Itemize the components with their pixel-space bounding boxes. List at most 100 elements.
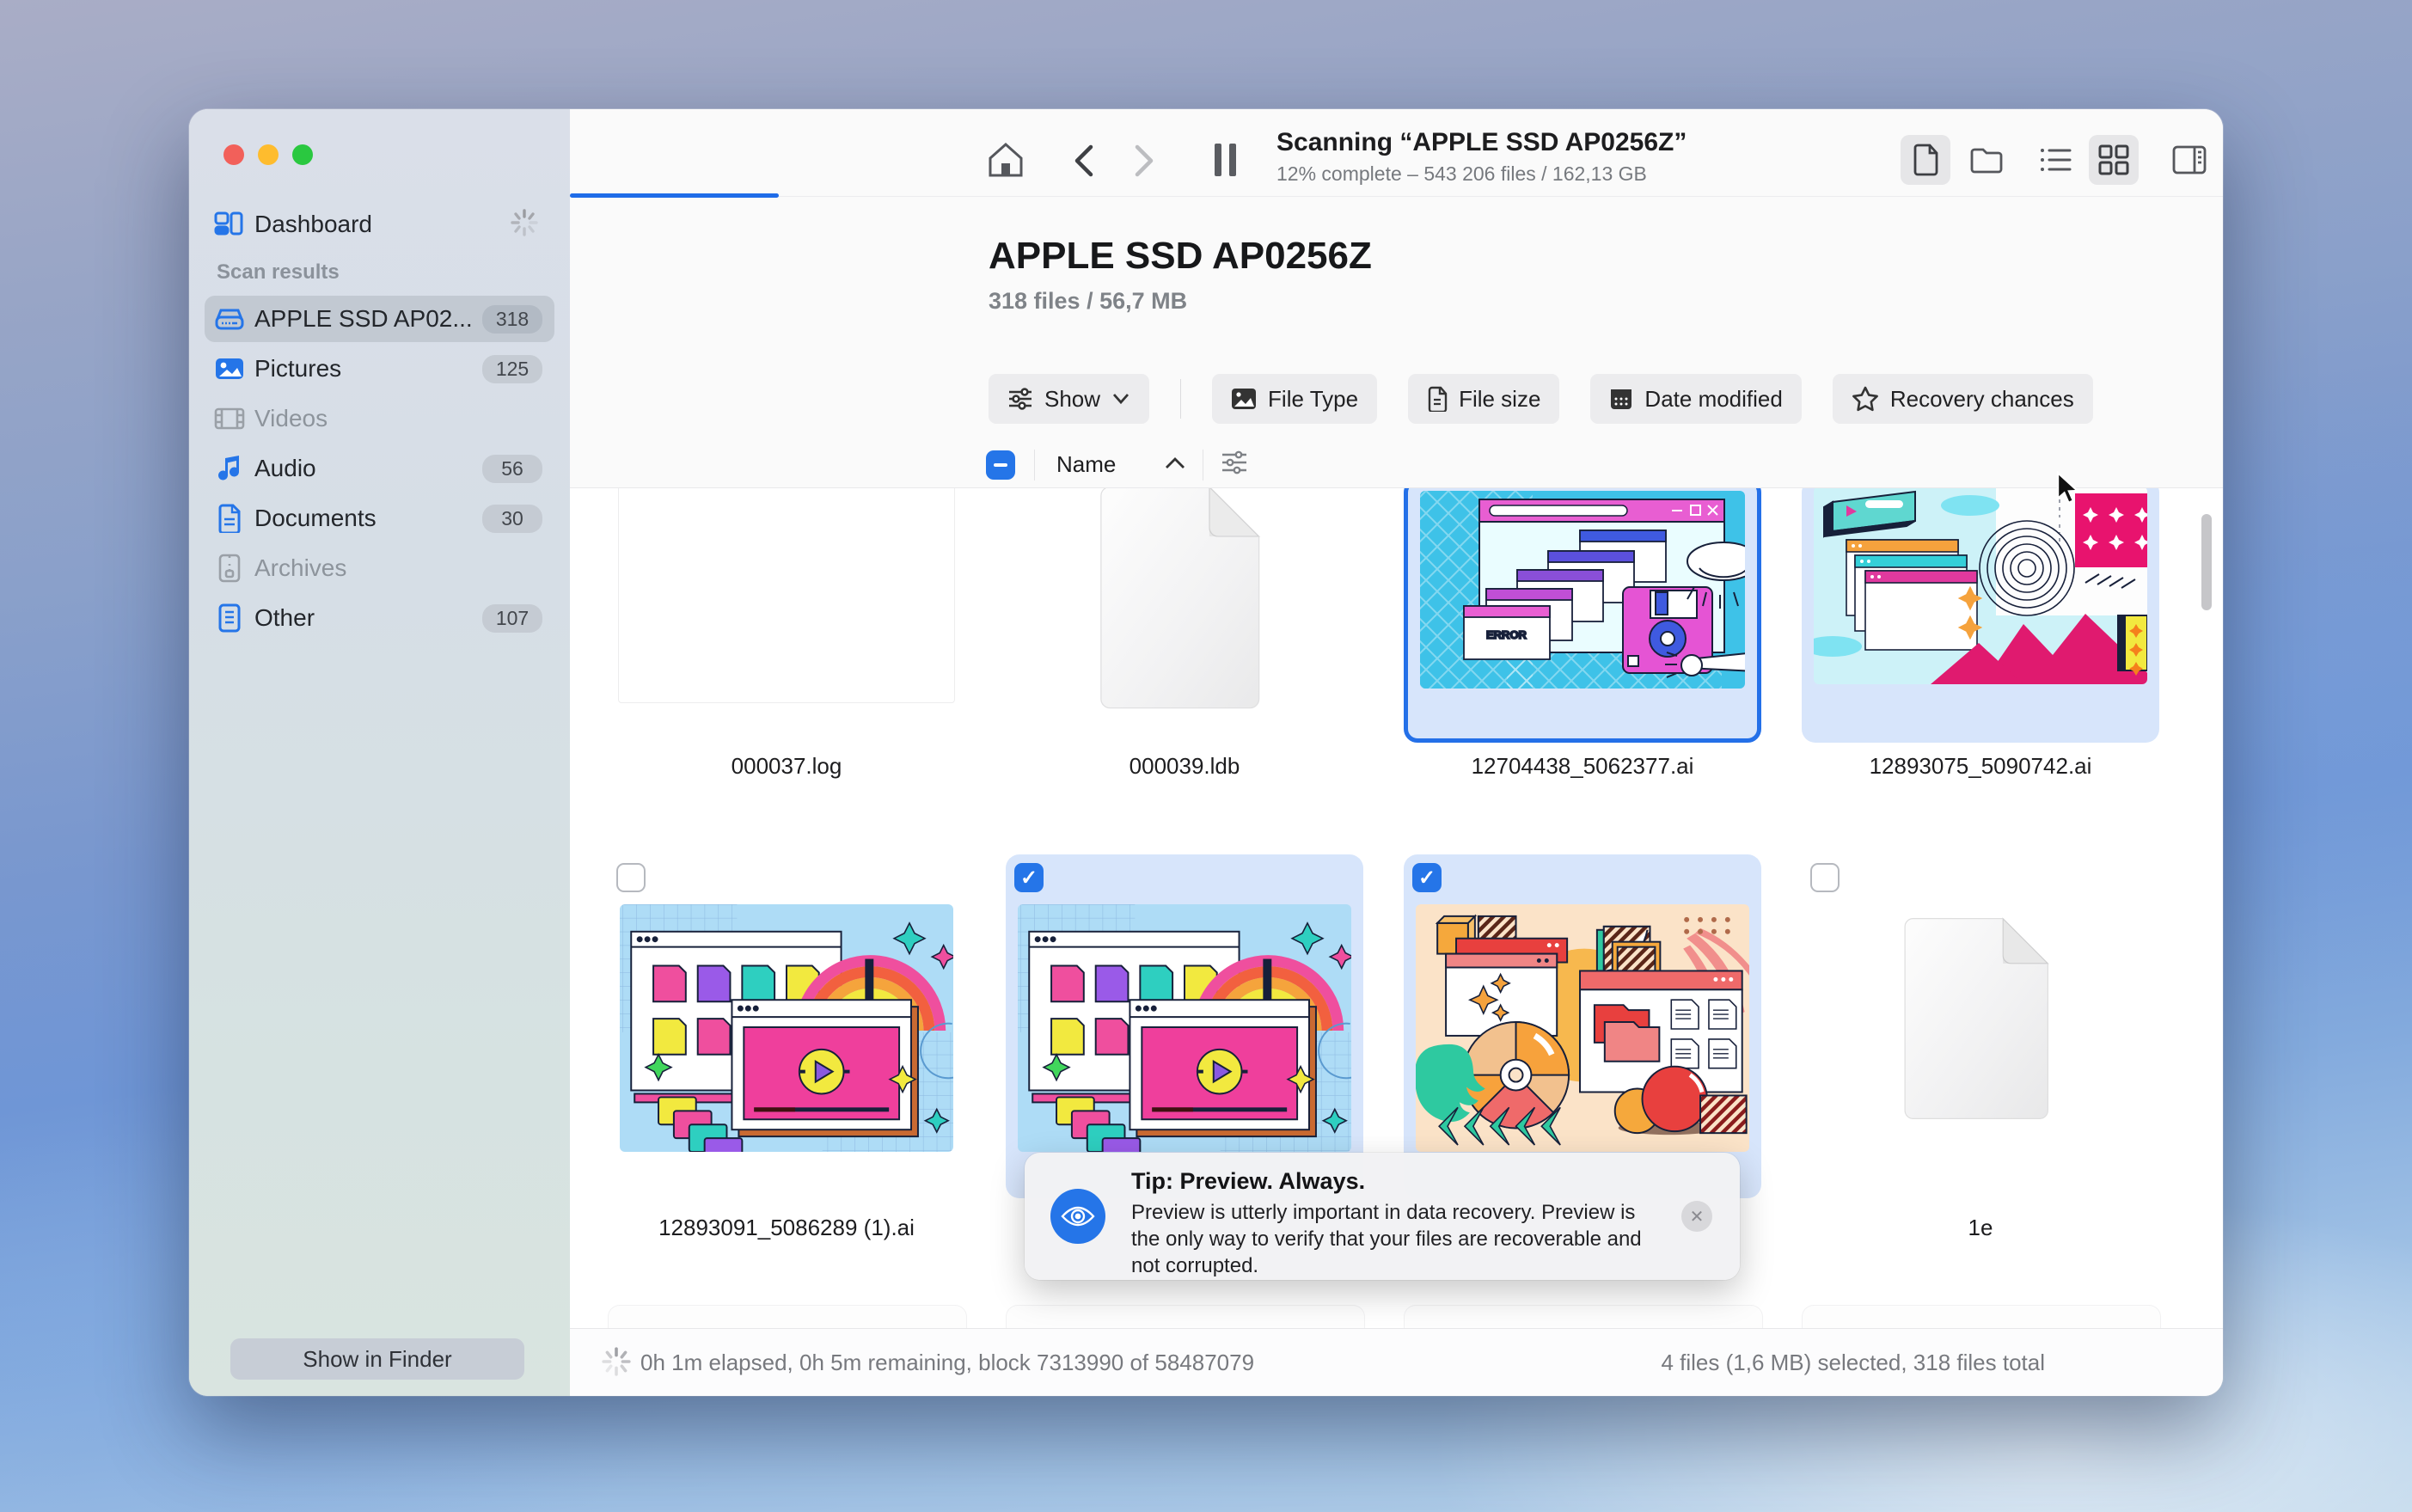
page-subtitle: 318 files / 56,7 MB [989,288,1187,315]
file-tile[interactable] [1802,854,2159,1198]
file-tile-partial [1802,1305,2161,1329]
grid-view-button[interactable] [2089,135,2139,185]
sidebar-spinner-icon [510,208,539,242]
blank-preview [618,487,955,703]
sidebar-section-title: Scan results [217,260,340,285]
image-icon [1231,388,1257,410]
zoom-window-button[interactable] [292,144,313,165]
sidebar-item-documents[interactable]: Documents 30 [205,495,554,542]
sidebar-item-dashboard[interactable]: Dashboard [205,200,554,248]
preview-panel-toggle[interactable] [2164,135,2214,185]
file-name: 000039.ldb [1006,753,1363,780]
recovery-chances-filter-label: Recovery chances [1890,386,2074,413]
tip-close-button[interactable]: ✕ [1681,1201,1712,1232]
check-icon: ✓ [1418,866,1436,891]
status-bar: 0h 1m elapsed, 0h 5m remaining, block 73… [570,1328,2223,1396]
count-badge: 56 [482,455,542,483]
file-name: 000037.log [608,753,965,780]
sidebar-item-audio[interactable]: Audio 56 [205,445,554,492]
file-tile-selected[interactable]: ✓ [1404,854,1761,1198]
tip-body: Preview is utterly important in data rec… [1131,1199,1647,1279]
star-icon [1852,386,1879,412]
scan-title: Scanning “APPLE SSD AP0256Z” [1276,128,1687,157]
file-checkbox-checked[interactable]: ✓ [1412,863,1442,892]
grid-scrollbar[interactable] [2201,514,2212,610]
count-badge: 107 [482,604,542,633]
scan-progress-text: 12% complete – 543 206 files / 162,13 GB [1276,162,1647,186]
thumbnail-illustration [1018,904,1351,1152]
file-tile[interactable] [608,854,965,1198]
file-tile-selected[interactable]: ERROR [1404,487,1761,743]
sidebar-item-label: Documents [254,505,482,532]
file-tile-partial [608,1305,967,1329]
select-all-checkbox[interactable] [986,450,1015,480]
forward-button[interactable] [1130,142,1160,184]
date-modified-filter-button[interactable]: Date modified [1590,374,1801,424]
file-tile[interactable] [608,487,965,743]
sidebar-item-other[interactable]: Other 107 [205,595,554,641]
chevron-down-icon [1111,393,1130,405]
sort-options-icon[interactable] [1220,448,1249,477]
preview-eye-icon [1050,1189,1105,1244]
sort-divider [1034,450,1035,481]
dashboard-icon [205,211,254,237]
file-type-filter-button[interactable]: File Type [1212,374,1377,424]
count-badge: 30 [482,505,542,533]
sort-direction-icon[interactable] [1163,455,1187,472]
generic-document-icon [1094,487,1275,716]
sort-field-label[interactable]: Name [1056,451,1116,478]
back-button[interactable] [1068,142,1098,184]
pause-scan-button[interactable] [1211,140,1240,184]
filter-bar: Show File Type File size Date modified [989,374,2093,424]
tip-title: Tip: Preview. Always. [1131,1168,1365,1195]
mouse-cursor [2053,471,2087,509]
sliders-icon [1007,387,1033,411]
scan-status-text: 0h 1m elapsed, 0h 5m remaining, block 73… [640,1350,1254,1376]
pictures-icon [205,357,254,381]
tip-popup: Tip: Preview. Always. Preview is utterly… [1025,1153,1740,1280]
file-tile[interactable] [1006,487,1363,743]
check-icon: ✓ [1020,866,1038,891]
drive-icon [205,307,254,331]
minimize-window-button[interactable] [258,144,279,165]
file-size-filter-button[interactable]: File size [1408,374,1559,424]
sidebar-item-videos[interactable]: Videos [205,395,554,442]
sidebar-item-label: APPLE SSD AP02... [254,305,482,333]
thumbnail-illustration [1416,904,1749,1152]
count-badge: 125 [482,355,542,383]
sort-bar: Name [570,443,2223,487]
app-window: Dashboard Scan results APPLE SSD AP02...… [189,109,2223,1396]
close-window-button[interactable] [223,144,244,165]
file-type-filter-label: File Type [1268,386,1358,413]
show-filter-label: Show [1044,386,1100,413]
recovery-chances-filter-button[interactable]: Recovery chances [1833,374,2093,424]
file-checkbox-unchecked[interactable] [616,863,646,892]
filter-divider [1180,379,1181,419]
list-view-button[interactable] [2030,135,2080,185]
show-in-finder-button[interactable]: Show in Finder [230,1338,524,1380]
calendar-icon [1609,387,1633,411]
sidebar-item-pictures[interactable]: Pictures 125 [205,346,554,392]
toolbar-divider [570,196,2223,197]
file-grid: 000037.log 000039.ldb [570,487,2223,1329]
sidebar-item-scan-result-drive[interactable]: APPLE SSD AP02... 318 [205,296,554,342]
view-files-toggle[interactable] [1901,135,1950,185]
home-button[interactable] [983,137,1029,187]
file-tile-selected[interactable]: ✓ [1006,854,1363,1198]
sidebar-item-label: Pictures [254,355,482,383]
sidebar: Dashboard Scan results APPLE SSD AP02...… [189,109,571,1396]
count-badge: 318 [482,305,542,334]
file-icon [1427,386,1448,412]
file-tile-selected[interactable] [1802,487,2159,743]
main-content: Scanning “APPLE SSD AP0256Z” 12% complet… [570,109,2223,1396]
other-files-icon [205,603,254,633]
show-filter-button[interactable]: Show [989,374,1149,424]
view-folders-toggle[interactable] [1962,135,2011,185]
videos-icon [205,407,254,431]
file-size-filter-label: File size [1459,386,1540,413]
sidebar-item-label: Other [254,604,482,632]
sidebar-item-archives[interactable]: Archives [205,545,554,591]
sidebar-item-label: Audio [254,455,482,482]
file-checkbox-checked[interactable]: ✓ [1014,863,1044,892]
file-checkbox-unchecked[interactable] [1810,863,1840,892]
